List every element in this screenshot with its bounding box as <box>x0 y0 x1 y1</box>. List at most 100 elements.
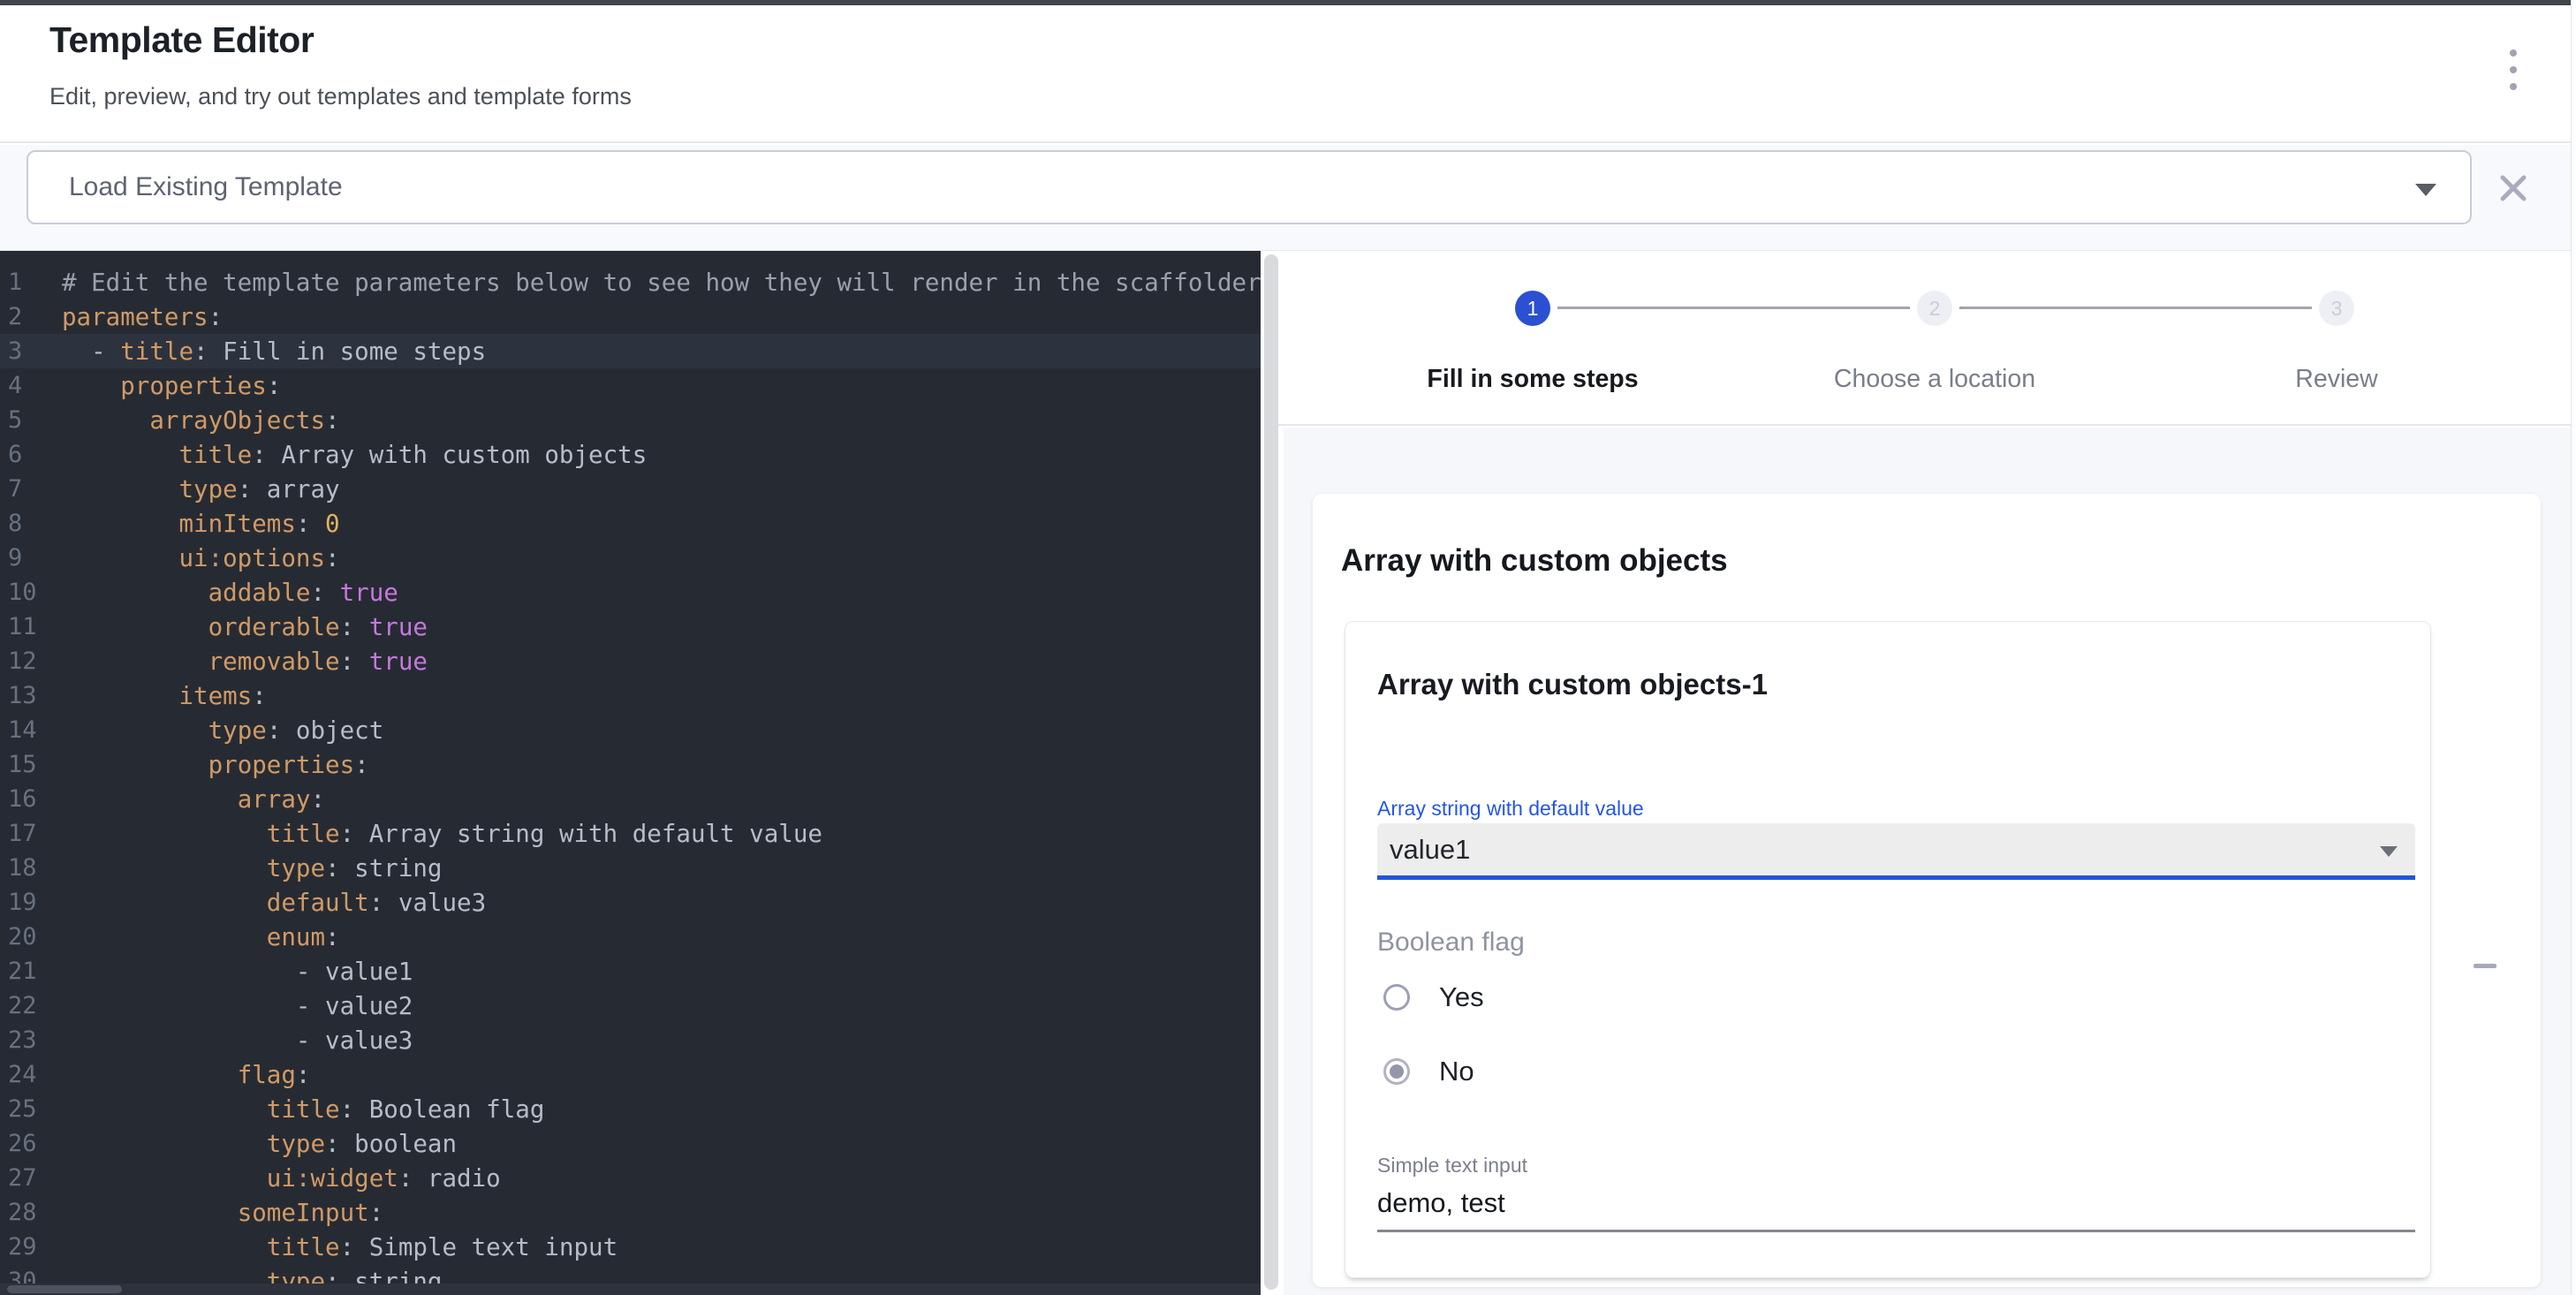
code-line[interactable]: 17 title: Array string with default valu… <box>0 816 1261 851</box>
code-line[interactable]: 7 type: array <box>0 472 1261 506</box>
line-number: 8 <box>0 510 62 537</box>
code-line[interactable]: 24 flag: <box>0 1057 1261 1092</box>
code-line[interactable]: 4 properties: <box>0 368 1261 403</box>
code-line[interactable]: 13 items: <box>0 678 1261 713</box>
line-number: 19 <box>0 889 62 916</box>
kebab-icon <box>2510 49 2517 57</box>
page-subtitle: Edit, preview, and try out templates and… <box>49 83 632 110</box>
line-number: 20 <box>0 923 62 950</box>
code-line[interactable]: 11 orderable: true <box>0 610 1261 644</box>
code-text: items: <box>62 682 267 710</box>
code-text: type: boolean <box>62 1130 457 1158</box>
code-text: - value1 <box>62 958 413 986</box>
code-line[interactable]: 9 ui:options: <box>0 541 1261 575</box>
code-text: parameters: <box>62 303 223 331</box>
line-number: 11 <box>0 613 62 640</box>
code-line[interactable]: 22 - value2 <box>0 988 1261 1023</box>
code-line[interactable]: 19 default: value3 <box>0 885 1261 920</box>
code-text: ui:options: <box>62 544 340 572</box>
code-text: addable: true <box>62 579 398 607</box>
code-line[interactable]: 8 minItems: 0 <box>0 506 1261 541</box>
load-template-row: Load Existing Template <box>0 145 2571 251</box>
code-line[interactable]: 1# Edit the template parameters below to… <box>0 265 1261 299</box>
code-text: title: Array with custom objects <box>62 441 647 469</box>
radio-option[interactable]: No <box>1377 1053 1474 1090</box>
code-line[interactable]: 18 type: string <box>0 851 1261 885</box>
code-line[interactable]: 16 array: <box>0 782 1261 816</box>
code-text: properties: <box>62 751 369 779</box>
line-number: 1 <box>0 269 62 296</box>
editor-scrollbar[interactable] <box>1264 254 1278 1290</box>
code-line[interactable]: 12 removable: true <box>0 644 1261 678</box>
page-title: Template Editor <box>49 19 314 61</box>
radio-option[interactable]: Yes <box>1377 979 1484 1016</box>
code-text: - value2 <box>62 992 413 1020</box>
header: Template Editor Edit, preview, and try o… <box>0 5 2571 143</box>
code-line[interactable]: 23 - value3 <box>0 1023 1261 1057</box>
hscroll-thumb[interactable] <box>7 1285 122 1293</box>
line-number: 13 <box>0 682 62 709</box>
code-editor[interactable]: 1# Edit the template parameters below to… <box>0 251 1261 1295</box>
line-number: 18 <box>0 854 62 882</box>
code-line[interactable]: 3 - title: Fill in some steps <box>0 334 1261 368</box>
code-text: ui:widget: radio <box>62 1164 501 1193</box>
code-line[interactable]: 14 type: object <box>0 713 1261 747</box>
code-line[interactable]: 20 enum: <box>0 920 1261 954</box>
code-line[interactable]: 27 ui:widget: radio <box>0 1161 1261 1195</box>
form-panel: Array with custom objects Array with cus… <box>1313 494 2541 1287</box>
line-number: 10 <box>0 579 62 606</box>
load-template-select[interactable]: Load Existing Template <box>27 150 2472 224</box>
code-line[interactable]: 28 someInput: <box>0 1195 1261 1230</box>
more-options-button[interactable] <box>2500 49 2527 90</box>
clear-selection-button[interactable] <box>2498 173 2528 203</box>
text-input[interactable]: demo, test <box>1377 1187 1505 1219</box>
code-text: flag: <box>62 1061 310 1089</box>
select-underline <box>1377 875 2415 880</box>
code-text: minItems: 0 <box>62 510 340 538</box>
line-number: 12 <box>0 648 62 675</box>
step-label: Choose a location <box>1784 365 2085 394</box>
select-caret-icon <box>2380 846 2398 857</box>
step-label: Fill in some steps <box>1383 365 1683 394</box>
line-number: 24 <box>0 1061 62 1088</box>
code-text: title: Boolean flag <box>62 1095 544 1124</box>
input-underline <box>1377 1230 2415 1232</box>
code-text: properties: <box>62 372 281 400</box>
line-number: 7 <box>0 475 62 503</box>
line-number: 2 <box>0 303 62 330</box>
close-icon <box>2498 173 2528 203</box>
code-lines: 1# Edit the template parameters below to… <box>0 265 1261 1295</box>
line-number: 15 <box>0 751 62 778</box>
code-line[interactable]: 25 title: Boolean flag <box>0 1092 1261 1126</box>
dropdown-caret-icon <box>2415 184 2436 196</box>
code-line[interactable]: 21 - value1 <box>0 954 1261 988</box>
line-number: 14 <box>0 716 62 744</box>
code-line[interactable]: 15 properties: <box>0 747 1261 782</box>
stepper-step[interactable]: 2Choose a location <box>1784 251 2085 394</box>
stepper-step[interactable]: 3Review <box>2186 251 2487 394</box>
select-input[interactable]: value1 <box>1377 823 2415 880</box>
radio-label: Yes <box>1439 981 1484 1013</box>
code-line[interactable]: 26 type: boolean <box>0 1126 1261 1161</box>
code-line[interactable]: 2parameters: <box>0 299 1261 334</box>
code-text: # Edit the template parameters below to … <box>62 269 1261 297</box>
code-text: someInput: <box>62 1199 383 1227</box>
line-number: 4 <box>0 372 62 399</box>
radio-checked-icon <box>1383 1058 1410 1085</box>
line-number: 6 <box>0 441 62 468</box>
code-line[interactable]: 5 arrayObjects: <box>0 403 1261 437</box>
code-line[interactable]: 29 title: Simple text input <box>0 1230 1261 1264</box>
line-number: 17 <box>0 820 62 847</box>
line-number: 16 <box>0 785 62 813</box>
code-text: array: <box>62 785 325 814</box>
remove-item-button[interactable] <box>2466 946 2504 985</box>
code-text: title: Simple text input <box>62 1233 617 1261</box>
line-number: 21 <box>0 958 62 985</box>
code-text: default: value3 <box>62 889 486 917</box>
stepper-step[interactable]: 1Fill in some steps <box>1383 251 1683 394</box>
editor-hscrollbar[interactable] <box>0 1284 1261 1295</box>
code-line[interactable]: 6 title: Array with custom objects <box>0 437 1261 472</box>
code-text: arrayObjects: <box>62 406 340 435</box>
form-section-title: Array with custom objects <box>1341 543 1728 579</box>
code-line[interactable]: 10 addable: true <box>0 575 1261 610</box>
